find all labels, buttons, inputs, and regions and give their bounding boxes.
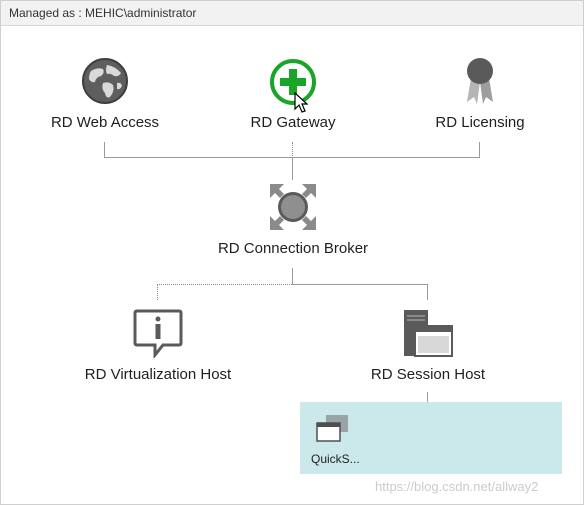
web-access-label[interactable]: RD Web Access bbox=[51, 114, 159, 131]
session-host-label[interactable]: RD Session Host bbox=[371, 366, 485, 383]
session-collection-tile[interactable]: QuickS... bbox=[300, 402, 562, 474]
licensing-label[interactable]: RD Licensing bbox=[435, 114, 524, 131]
session-host-server-icon[interactable] bbox=[403, 308, 453, 358]
managed-as-label: Managed as : MEHIC\administrator bbox=[9, 6, 197, 20]
watermark-text: https://blog.csdn.net/allway2 bbox=[375, 479, 539, 494]
connector-collection bbox=[427, 392, 428, 402]
connector-gateway bbox=[292, 142, 293, 158]
award-ribbon-icon[interactable] bbox=[463, 56, 497, 106]
collection-windows-icon bbox=[316, 415, 348, 442]
connector-licensing bbox=[479, 142, 480, 158]
globe-icon[interactable] bbox=[81, 57, 129, 105]
connector-broker-bottom bbox=[292, 268, 293, 284]
gateway-label[interactable]: RD Gateway bbox=[250, 114, 335, 131]
connector-bottom-right bbox=[292, 284, 428, 285]
connection-broker-label[interactable]: RD Connection Broker bbox=[218, 240, 368, 257]
info-bubble-icon[interactable] bbox=[133, 308, 183, 358]
deployment-overview-panel: Managed as : MEHIC\administrator RD Web … bbox=[0, 0, 584, 505]
header-bar: Managed as : MEHIC\administrator bbox=[1, 1, 583, 26]
connector-bottom-left bbox=[157, 284, 292, 285]
connector-broker-top bbox=[292, 158, 293, 180]
connection-broker-icon[interactable] bbox=[268, 182, 318, 232]
connector-session bbox=[427, 284, 428, 300]
mouse-cursor-icon bbox=[294, 92, 309, 113]
collection-label: QuickS... bbox=[311, 452, 360, 466]
virtualization-host-label[interactable]: RD Virtualization Host bbox=[85, 366, 231, 383]
connector-virtualization bbox=[157, 284, 158, 300]
connector-web-access bbox=[104, 142, 105, 158]
